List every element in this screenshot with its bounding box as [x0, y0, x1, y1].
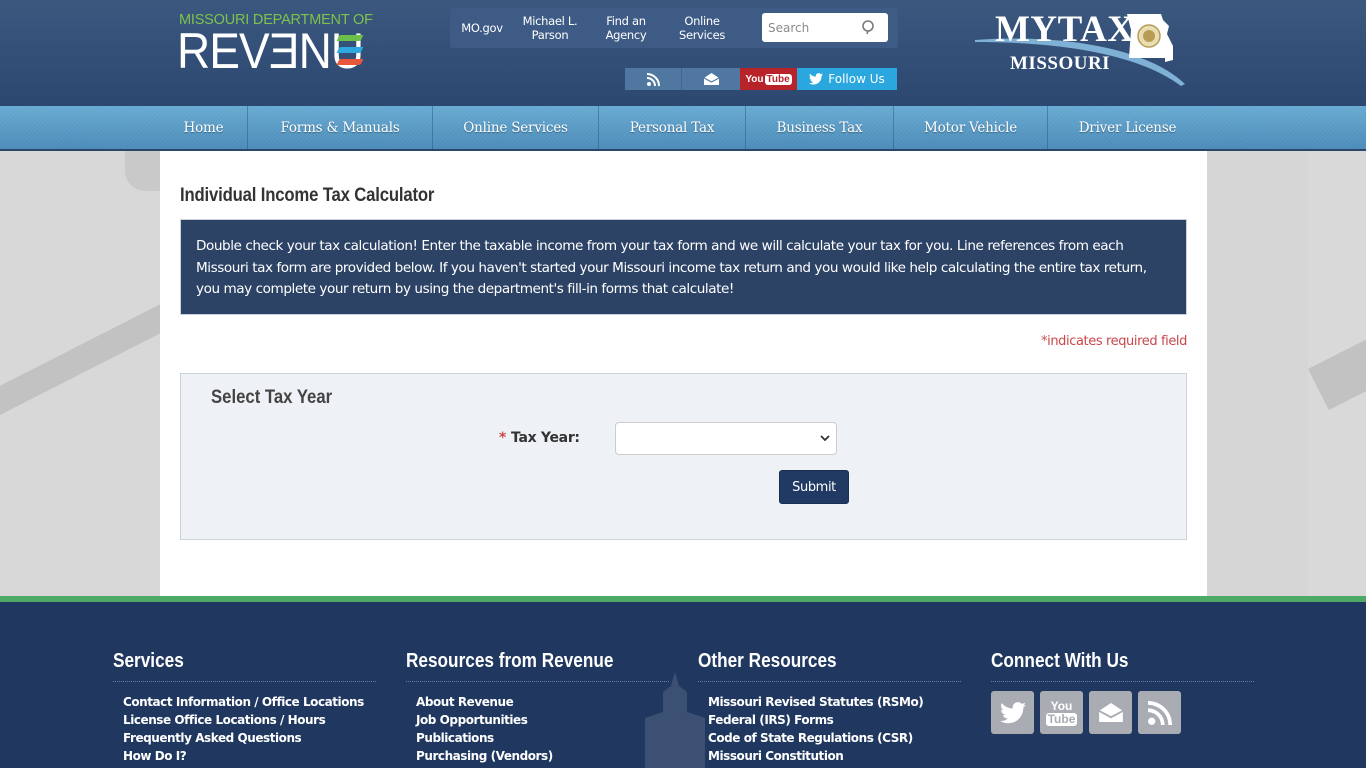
twitter-icon — [809, 73, 824, 85]
footer-heading: Connect With Us — [991, 650, 1129, 672]
form-legend: Select Tax Year — [211, 387, 333, 408]
search-input[interactable] — [762, 13, 852, 42]
page-title: Individual Income Tax Calculator — [180, 185, 435, 206]
mytax-title: MYTAX — [995, 9, 1135, 50]
youtube-icon: You Tube — [1045, 698, 1078, 726]
tax-year-label: * Tax Year: — [499, 430, 580, 446]
email-button[interactable] — [682, 68, 740, 90]
nav-home[interactable]: Home — [160, 106, 248, 149]
utility-bar: MO.gov Michael L. Parson Find an Agency … — [450, 8, 898, 48]
footer-link[interactable]: Missouri Revised Statutes (RSMo) — [708, 693, 961, 711]
footer-email-button[interactable] — [1089, 691, 1132, 734]
link-mo-gov[interactable]: MO.gov — [456, 8, 508, 48]
submit-button[interactable]: Submit — [779, 470, 849, 504]
footer-col-other: Other Resources Missouri Revised Statute… — [698, 650, 961, 765]
footer-heading: Resources from Revenue — [406, 650, 614, 672]
footer-link[interactable]: Frequently Asked Questions — [123, 729, 376, 747]
twitter-follow-button[interactable]: Follow Us — [797, 68, 897, 90]
search-icon[interactable] — [860, 19, 876, 35]
email-icon — [1098, 703, 1123, 722]
rss-icon — [1147, 700, 1172, 725]
footer-link[interactable]: How Do I? — [123, 747, 376, 765]
link-online-services[interactable]: Online Services — [672, 8, 732, 48]
nav-online-services[interactable]: Online Services — [433, 106, 599, 149]
chevron-down-icon — [820, 435, 830, 442]
twitter-icon — [999, 701, 1026, 723]
youtube-icon: You Tube — [745, 73, 792, 85]
tax-year-form: Select Tax Year * Tax Year: Submit — [180, 373, 1187, 540]
missouri-seal-icon — [1127, 14, 1173, 62]
rss-button[interactable] — [625, 68, 682, 90]
footer-link[interactable]: Purchasing (Vendors) — [416, 747, 669, 765]
footer-twitter-button[interactable] — [991, 691, 1034, 734]
site-footer: Services Contact Information / Office Lo… — [0, 602, 1366, 768]
search-box — [762, 13, 888, 42]
footer-link[interactable]: Missouri Constitution — [708, 747, 961, 765]
required-asterisk: * — [499, 430, 507, 446]
footer-link[interactable]: License Office Locations / Hours — [123, 711, 376, 729]
youtube-button[interactable]: You Tube — [740, 68, 797, 90]
mytax-subtitle: MISSOURI — [1010, 53, 1111, 74]
nav-personal-tax[interactable]: Personal Tax — [599, 106, 746, 149]
footer-col-connect: Connect With Us You Tube — [991, 650, 1254, 734]
footer-youtube-button[interactable]: You Tube — [1040, 691, 1083, 734]
link-governor[interactable]: Michael L. Parson — [516, 8, 584, 48]
nav-forms-manuals[interactable]: Forms & Manuals — [248, 106, 433, 149]
main-nav: Home Forms & Manuals Online Services Per… — [0, 106, 1366, 151]
footer-heading: Other Resources — [698, 650, 837, 672]
footer-link[interactable]: About Revenue — [416, 693, 669, 711]
rss-icon — [646, 72, 660, 86]
footer-link[interactable]: Job Opportunities — [416, 711, 669, 729]
footer-heading: Services — [113, 650, 184, 672]
link-find-agency[interactable]: Find an Agency — [596, 8, 656, 48]
dor-logo-wordmark: REVƎNU — [177, 23, 364, 79]
dor-logo[interactable]: MISSOURI DEPARTMENT OF REVƎNU — [177, 12, 373, 79]
main-content: Individual Income Tax Calculator Double … — [160, 151, 1207, 596]
site-header: MISSOURI DEPARTMENT OF REVƎNU MO.gov Mic… — [0, 0, 1366, 106]
footer-rss-button[interactable] — [1138, 691, 1181, 734]
email-icon — [703, 73, 719, 85]
nav-business-tax[interactable]: Business Tax — [746, 106, 894, 149]
footer-link[interactable]: Code of State Regulations (CSR) — [708, 729, 961, 747]
required-field-note: *indicates required field — [1041, 334, 1187, 349]
dor-logo-stripes — [336, 35, 364, 71]
tax-year-select[interactable] — [615, 422, 837, 455]
nav-driver-license[interactable]: Driver License — [1048, 106, 1207, 149]
footer-col-resources: Resources from Revenue About Revenue Job… — [406, 650, 669, 765]
footer-link[interactable]: Publications — [416, 729, 669, 747]
info-box: Double check your tax calculation! Enter… — [180, 219, 1187, 315]
background-right — [1207, 151, 1366, 596]
social-bar: You Tube Follow Us — [625, 68, 897, 90]
mytax-logo[interactable]: MYTAX MISSOURI — [975, 6, 1190, 88]
background-left — [0, 151, 160, 596]
footer-col-services: Services Contact Information / Office Lo… — [113, 650, 376, 765]
footer-link[interactable]: Federal (IRS) Forms — [708, 711, 961, 729]
footer-link[interactable]: Contact Information / Office Locations — [123, 693, 376, 711]
nav-motor-vehicle[interactable]: Motor Vehicle — [894, 106, 1048, 149]
follow-us-label: Follow Us — [828, 72, 885, 86]
